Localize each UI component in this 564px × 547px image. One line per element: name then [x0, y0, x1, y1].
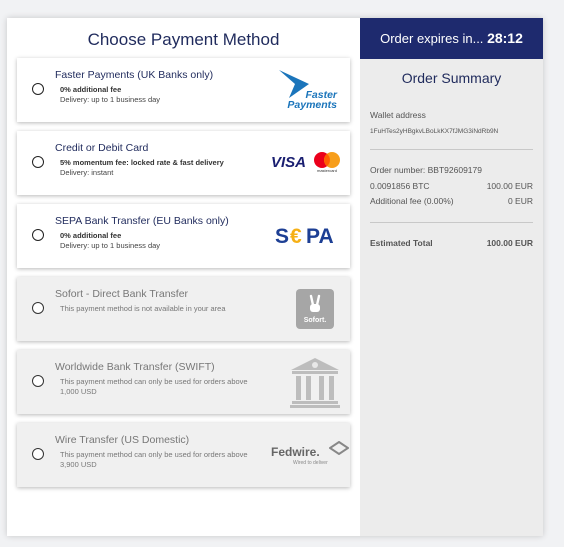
radio-button[interactable] — [32, 229, 44, 241]
wallet-label: Wallet address — [370, 110, 426, 120]
radio-button[interactable] — [32, 302, 44, 314]
victory-hand-icon — [309, 294, 321, 312]
order-number: Order number: BBT92609179 — [370, 165, 482, 175]
svg-text:€: € — [290, 225, 302, 247]
mastercard-logo: mastercard — [312, 151, 342, 175]
option-unavailable-note: This payment method is not available in … — [60, 304, 226, 313]
option-title: Sofort - Direct Bank Transfer — [55, 288, 189, 300]
payment-option-card[interactable]: Credit or Debit Card 5% momentum fee: lo… — [17, 131, 350, 195]
mastercard-text: mastercard — [316, 168, 337, 173]
timer-value: 28:12 — [487, 30, 523, 46]
radio-button[interactable] — [32, 156, 44, 168]
visa-logo: VISA — [271, 154, 307, 171]
page-title: Choose Payment Method — [87, 30, 280, 49]
sofort-logo-text: Sofort. — [303, 317, 327, 324]
sepa-logo: S € PA — [275, 223, 341, 248]
option-title: Credit or Debit Card — [55, 142, 149, 154]
sepa-logo-mark: S € PA — [275, 225, 334, 248]
fedwire-logo: Fedwire. Wired to deliver — [271, 441, 351, 471]
option-fee: 0% additional fee — [60, 85, 122, 94]
divider — [370, 149, 533, 150]
fee-label: Additional fee (0.00%) — [370, 196, 454, 206]
order-summary-column: Order expires in... 28:12 Order Summary … — [360, 18, 543, 536]
order-timer: Order expires in... 28:12 — [360, 18, 543, 59]
radio-button[interactable] — [32, 448, 44, 460]
svg-text:PA: PA — [306, 225, 334, 247]
fedwire-tagline: Wired to deliver — [293, 460, 328, 466]
bank-building-icon — [290, 358, 340, 408]
payment-option-fedwire[interactable]: Wire Transfer (US Domestic) This payment… — [17, 423, 350, 487]
payment-option-swift[interactable]: Worldwide Bank Transfer (SWIFT) This pay… — [17, 350, 350, 414]
svg-text:S: S — [275, 225, 289, 247]
payment-option-faster-payments[interactable]: Faster Payments (UK Banks only) 0% addit… — [17, 58, 350, 122]
mastercard-icon — [314, 152, 340, 168]
option-delivery: Delivery: instant — [60, 168, 114, 177]
payment-option-sofort[interactable]: Sofort - Direct Bank Transfer This payme… — [17, 277, 350, 341]
option-delivery: Delivery: up to 1 business day — [60, 95, 161, 104]
option-title: Faster Payments (UK Banks only) — [55, 69, 214, 81]
option-unavailable-note: This payment method can only be used for… — [60, 450, 248, 469]
option-delivery: Delivery: up to 1 business day — [60, 241, 161, 250]
btc-value: 100.00 EUR — [486, 181, 533, 191]
divider — [370, 222, 533, 223]
timer-label: Order expires in... — [380, 31, 484, 46]
option-fee: 0% additional fee — [60, 231, 122, 240]
option-title: Wire Transfer (US Domestic) — [55, 434, 190, 446]
total-value: 100.00 EUR — [486, 238, 533, 248]
sofort-logo: Sofort. — [296, 289, 334, 329]
faster-payments-logo: Faster Payments — [275, 68, 337, 112]
fee-value: 0 EUR — [507, 196, 533, 206]
order-summary-title: Order Summary — [401, 70, 502, 86]
faster-payments-logo-text: Faster Payments — [287, 89, 337, 111]
radio-button[interactable] — [32, 83, 44, 95]
option-fee: 5% momentum fee: locked rate & fast deli… — [60, 158, 224, 167]
option-title: Worldwide Bank Transfer (SWIFT) — [55, 361, 215, 373]
payment-option-sepa[interactable]: SEPA Bank Transfer (EU Banks only) 0% ad… — [17, 204, 350, 268]
fedwire-diamond-icon — [329, 441, 349, 455]
total-label: Estimated Total — [370, 238, 433, 248]
option-unavailable-note: This payment method can only be used for… — [60, 377, 248, 396]
payment-methods-column: Choose Payment Method Faster Payments (U… — [7, 18, 360, 536]
wallet-address: 1FuHTes2yHBgkvLBoLkKX7fJMG3iNdRb9N — [370, 128, 499, 135]
btc-amount: 0.0091856 BTC — [370, 181, 430, 191]
radio-button[interactable] — [32, 375, 44, 387]
option-title: SEPA Bank Transfer (EU Banks only) — [55, 215, 229, 227]
payment-panel: Choose Payment Method Faster Payments (U… — [7, 18, 543, 536]
bank-icon — [289, 356, 341, 410]
fedwire-logo-text: Fedwire. — [271, 445, 320, 459]
